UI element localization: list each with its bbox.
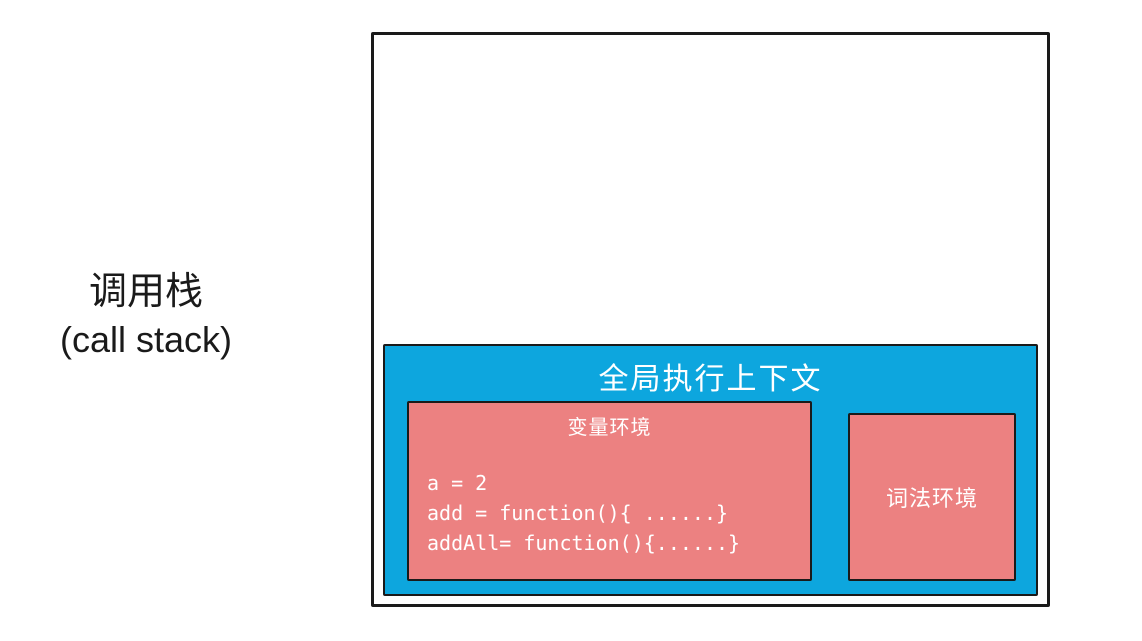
var-line: addAll= function(){......} <box>427 528 792 558</box>
call-stack-label-sub: (call stack) <box>60 317 232 364</box>
lexical-environment-title: 词法环境 <box>886 481 978 513</box>
variable-environment-lines: a = 2 add = function(){ ......} addAll= … <box>427 468 792 558</box>
call-stack-label: 调用栈 (call stack) <box>60 268 232 364</box>
global-context-title: 全局执行上下文 <box>385 346 1036 398</box>
global-execution-context: 全局执行上下文 变量环境 a = 2 add = function(){ ...… <box>383 344 1038 596</box>
variable-environment-title: 变量环境 <box>427 411 792 440</box>
call-stack-label-main: 调用栈 <box>60 268 232 317</box>
var-line: a = 2 <box>427 468 792 498</box>
variable-environment: 变量环境 a = 2 add = function(){ ......} add… <box>407 401 812 581</box>
lexical-environment: 词法环境 <box>848 413 1016 581</box>
var-line: add = function(){ ......} <box>427 498 792 528</box>
call-stack-container: 全局执行上下文 变量环境 a = 2 add = function(){ ...… <box>371 32 1050 607</box>
